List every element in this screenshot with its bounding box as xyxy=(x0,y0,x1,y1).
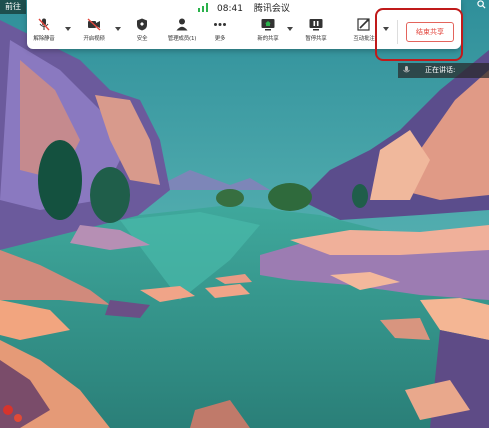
shield-icon xyxy=(137,18,147,31)
unmute-label: 解除静音 xyxy=(33,36,55,42)
mic-icon xyxy=(403,66,410,73)
annotate-icon xyxy=(357,18,370,31)
search-icon[interactable] xyxy=(473,0,489,14)
more-dots-icon xyxy=(214,23,226,26)
app-title: 腾讯会议 xyxy=(253,4,290,14)
security-button[interactable]: 安全 xyxy=(125,18,159,46)
speaking-indicator: 正在讲话: xyxy=(398,63,489,78)
screen-share-icon xyxy=(261,19,275,31)
chevron-down-icon[interactable] xyxy=(287,27,293,32)
speaking-label: 正在讲话: xyxy=(425,66,456,74)
security-label: 安全 xyxy=(136,36,148,42)
video-off-icon xyxy=(87,18,101,31)
goto-menu[interactable]: 前往 xyxy=(0,0,26,14)
manage-members-button[interactable]: 管理成员(1) xyxy=(163,18,201,46)
highlight-annotation xyxy=(375,8,463,61)
new-share-button[interactable]: 新的共享 xyxy=(251,18,285,46)
start-video-label: 开启视频 xyxy=(83,36,105,42)
unmute-button[interactable]: 解除静音 xyxy=(27,18,61,46)
chevron-down-icon[interactable] xyxy=(65,27,71,32)
more-button[interactable]: 更多 xyxy=(203,18,237,46)
pause-share-button[interactable]: 暂停共享 xyxy=(299,18,333,46)
chevron-down-icon[interactable] xyxy=(115,27,121,32)
person-icon xyxy=(176,18,188,31)
more-label: 更多 xyxy=(214,36,226,42)
pause-share-label: 暂停共享 xyxy=(305,36,327,42)
pause-icon xyxy=(309,19,323,31)
start-video-button[interactable]: 开启视频 xyxy=(77,18,111,46)
new-share-label: 新的共享 xyxy=(257,36,279,42)
clock: 08:41 xyxy=(217,4,243,14)
signal-strength-icon xyxy=(198,3,209,12)
mic-muted-icon xyxy=(38,18,50,31)
manage-members-label: 管理成员(1) xyxy=(167,36,197,42)
